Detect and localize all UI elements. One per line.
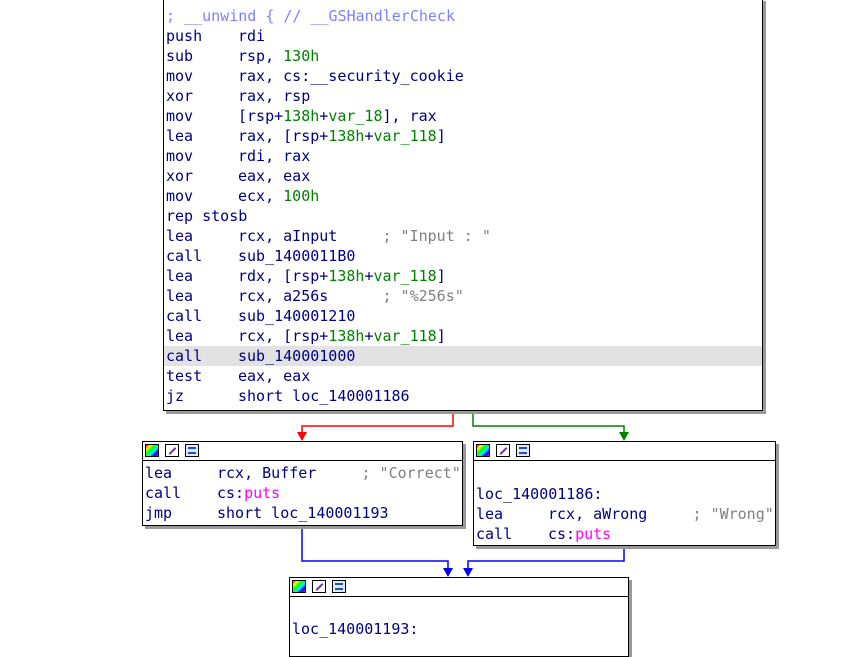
asm-line[interactable]: lea rdx, [rsp+138h+var_118] xyxy=(166,266,760,286)
graph-overview-icon[interactable] xyxy=(185,444,199,457)
asm-line[interactable]: test eax, eax xyxy=(166,366,760,386)
loc-label[interactable]: loc_140001193: xyxy=(292,619,626,639)
asm-line[interactable]: push rdi xyxy=(166,26,760,46)
block-header xyxy=(143,442,462,461)
asm-line[interactable]: call cs:puts xyxy=(476,524,773,544)
false-branch-arrowhead xyxy=(297,432,307,441)
asm-line[interactable]: mov [rsp+138h+var_18], rax xyxy=(166,106,760,126)
color-palette-icon[interactable] xyxy=(292,580,306,593)
asm-line[interactable]: lea rcx, aInput ; "Input : " xyxy=(166,226,760,246)
asm-line[interactable]: mov ecx, 100h xyxy=(166,186,760,206)
asm-line[interactable]: jz short loc_140001186 xyxy=(166,386,760,406)
false-branch-edge xyxy=(301,411,454,434)
block-header xyxy=(474,442,775,461)
asm-line[interactable]: xor eax, eax xyxy=(166,166,760,186)
asm-line-highlighted[interactable]: call sub_140001000 xyxy=(164,346,762,366)
asm-line[interactable]: ; __unwind { // __GSHandlerCheck xyxy=(166,6,760,26)
asm-line[interactable]: call sub_1400011B0 xyxy=(166,246,760,266)
asm-line[interactable]: jmp short loc_140001193 xyxy=(145,503,460,523)
asm-line[interactable]: call cs:puts xyxy=(145,483,460,503)
right-to-bottom-edge xyxy=(467,546,625,570)
left-to-bottom-arrowhead xyxy=(443,568,453,577)
asm-line[interactable]: call sub_140001210 xyxy=(166,306,760,326)
color-palette-icon[interactable] xyxy=(145,444,159,457)
rename-pencil-icon[interactable] xyxy=(165,444,179,457)
asm-line[interactable]: lea rcx, a256s ; "%256s" xyxy=(166,286,760,306)
asm-line[interactable]: lea rax, [rsp+138h+var_118] xyxy=(166,126,760,146)
block-header xyxy=(290,578,628,597)
asm-line[interactable]: lea rcx, Buffer ; "Correct" xyxy=(145,463,461,483)
true-branch-edge xyxy=(472,411,625,434)
asm-line[interactable]: mov rax, cs:__security_cookie xyxy=(166,66,760,86)
main-code-block[interactable]: ; __unwind { // __GSHandlerCheck push rdi… xyxy=(163,0,763,411)
asm-line[interactable]: lea rcx, aWrong ; "Wrong" xyxy=(476,504,774,524)
wrong-branch-block[interactable]: loc_140001186: lea rcx, aWrong ; "Wrong" … xyxy=(473,441,776,546)
asm-line[interactable]: rep stosb xyxy=(166,206,760,226)
left-to-bottom-edge xyxy=(301,526,449,570)
true-branch-arrowhead xyxy=(619,432,629,441)
graph-overview-icon[interactable] xyxy=(516,444,530,457)
rename-pencil-icon[interactable] xyxy=(496,444,510,457)
graph-overview-icon[interactable] xyxy=(332,580,346,593)
merge-block[interactable]: loc_140001193: xyxy=(289,577,629,657)
right-to-bottom-arrowhead xyxy=(463,568,473,577)
color-palette-icon[interactable] xyxy=(476,444,490,457)
correct-branch-block[interactable]: lea rcx, Buffer ; "Correct" call cs:puts j… xyxy=(142,441,463,526)
asm-line[interactable]: lea rcx, [rsp+138h+var_118] xyxy=(166,326,760,346)
rename-pencil-icon[interactable] xyxy=(312,580,326,593)
asm-line[interactable]: xor rax, rsp xyxy=(166,86,760,106)
loc-label[interactable]: loc_140001186: xyxy=(476,484,773,504)
asm-line[interactable]: mov rdi, rax xyxy=(166,146,760,166)
asm-line[interactable]: sub rsp, 130h xyxy=(166,46,760,66)
